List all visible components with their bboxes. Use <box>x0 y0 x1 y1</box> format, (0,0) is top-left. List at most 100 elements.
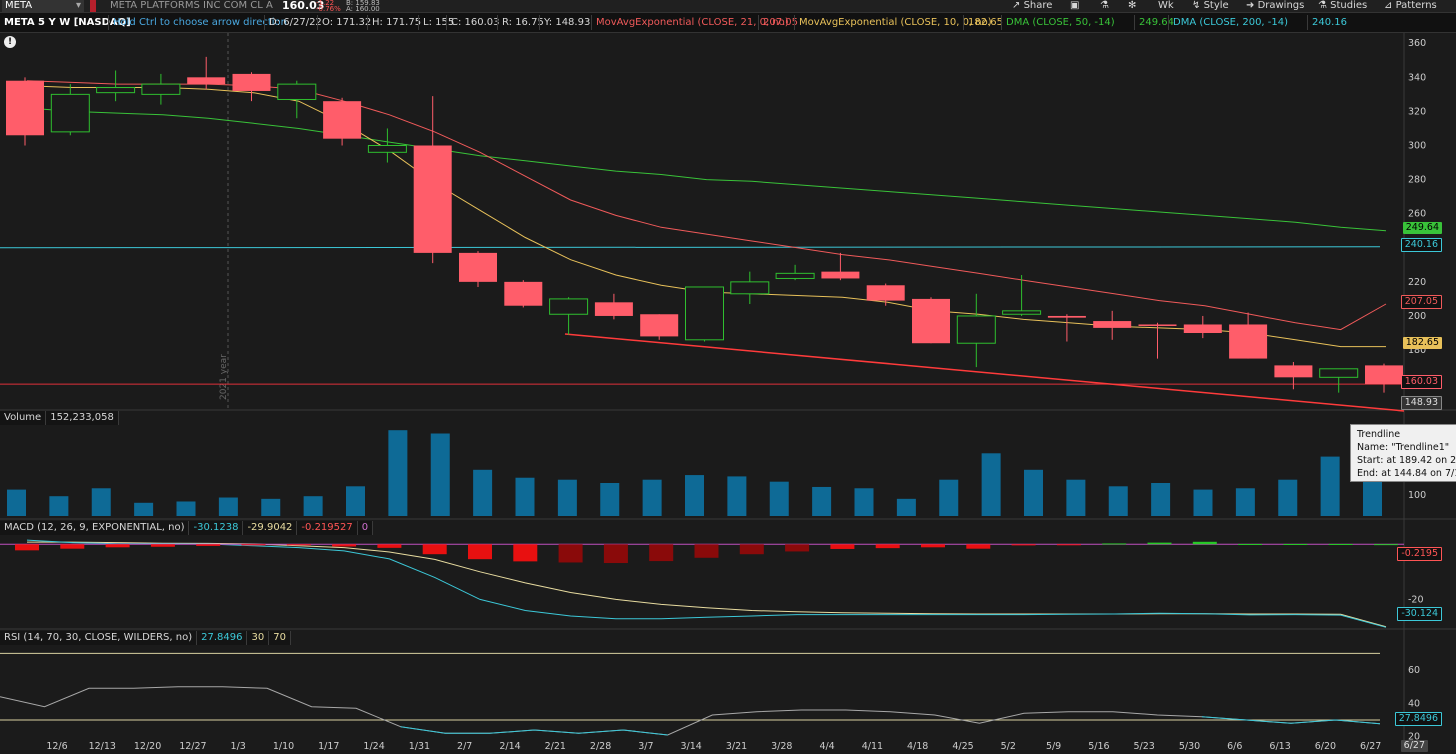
volume-label[interactable]: Volume <box>0 411 47 425</box>
candle-body <box>367 145 407 153</box>
macd-diff-badge: -0.2195 <box>1397 547 1442 561</box>
macd-histogram-bar <box>875 544 900 549</box>
trendline-tooltip: Trendline Name: "Trendline1" Start: at 1… <box>1350 424 1456 482</box>
candle-body <box>50 93 90 133</box>
volume-bar <box>642 479 662 516</box>
x-tick-label: 1/17 <box>318 741 339 752</box>
trend-end-badge: 148.93 <box>1400 396 1442 410</box>
rsi-line <box>0 686 1381 736</box>
volume-bar <box>1193 489 1213 516</box>
x-tick-label: 5/30 <box>1179 741 1200 752</box>
macd-histogram-bar <box>1147 542 1172 545</box>
macd-histogram-bar <box>785 544 810 552</box>
volume-bar <box>7 489 26 516</box>
rsi-value-badge: 27.8496 <box>1394 712 1442 726</box>
volume-bar <box>981 453 1001 516</box>
x-tick-label: 12/13 <box>89 741 116 752</box>
candle-body <box>232 73 271 91</box>
x-tick-label: 4/4 <box>819 741 834 752</box>
macd-histogram-bar <box>286 544 311 546</box>
dma50-badge: 249.64 <box>1402 222 1442 234</box>
macd-histogram-bar <box>830 544 855 549</box>
volume-bar <box>346 486 365 516</box>
volume-bar <box>176 501 196 516</box>
macd-header: MACD (12, 26, 9, EXPONENTIAL, no) -30.123… <box>0 521 374 535</box>
macd-histogram-bar <box>15 544 39 551</box>
x-tick-label: 4/18 <box>907 741 928 752</box>
x-tick-label: 4/25 <box>952 741 973 752</box>
macd-label[interactable]: MACD (12, 26, 9, EXPONENTIAL, no) <box>0 521 190 535</box>
year-label: 2021 year <box>219 354 229 400</box>
candle-body <box>1047 315 1086 318</box>
alert-icon[interactable]: ! <box>4 36 16 48</box>
candle-body <box>549 298 589 315</box>
price-tick-label: 360 <box>1408 38 1426 49</box>
candle-body <box>821 271 860 279</box>
macd-histogram-bar <box>1283 543 1308 545</box>
volume-bar <box>1320 456 1340 516</box>
candle-body <box>912 298 950 344</box>
candle-body <box>6 80 44 136</box>
x-tick-label: 1/3 <box>231 741 246 752</box>
candle-body <box>1319 368 1359 378</box>
candle-body <box>685 286 724 341</box>
candle-body <box>1183 324 1222 333</box>
candle-body <box>866 285 905 301</box>
price-tick-label: 200 <box>1408 311 1426 322</box>
x-tick-label: 3/21 <box>726 741 747 752</box>
macd-tick-label: -20 <box>1408 594 1424 605</box>
price-tick-label: 320 <box>1408 106 1426 117</box>
candle-body <box>1274 365 1313 378</box>
volume-bar <box>812 486 832 516</box>
macd-histogram-bar <box>513 544 538 562</box>
candle-body <box>413 145 452 253</box>
x-tick-label: 6/27 <box>1360 741 1381 752</box>
x-tick-label: 4/11 <box>862 741 883 752</box>
macd-histogram-bar <box>1011 544 1036 546</box>
x-tick-label: 3/14 <box>681 741 702 752</box>
candle-body <box>504 281 543 306</box>
macd-histogram-bar <box>966 544 991 549</box>
candle-body <box>1002 310 1042 315</box>
volume-bar <box>1278 479 1298 516</box>
price-tick-label: 300 <box>1408 141 1426 152</box>
x-tick-label: 6/6 <box>1227 741 1242 752</box>
volume-bar <box>1066 479 1086 516</box>
candle-body <box>96 87 136 94</box>
macd-histogram-bar <box>739 544 764 555</box>
macd-value-badge: -30.124 <box>1397 607 1442 621</box>
x-tick-label: 5/2 <box>1001 741 1016 752</box>
macd-value: -30.1238 <box>189 521 244 535</box>
macd-histogram-bar <box>1238 543 1263 545</box>
x-tick-label: 2/7 <box>457 741 472 752</box>
candle-body <box>730 281 770 295</box>
macd-histogram-bar <box>377 544 402 548</box>
macd-histogram-bar <box>649 544 674 562</box>
rsi-oversold-segment <box>400 726 668 736</box>
tooltip-end: End: at 144.84 on 7/17/ <box>1357 468 1456 479</box>
macd-histogram-bar <box>60 544 85 549</box>
macd-histogram-bar <box>694 544 719 558</box>
volume-value: 152,233,058 <box>46 411 119 425</box>
candle-body <box>775 272 815 279</box>
x-tick-label: 2/28 <box>590 741 611 752</box>
macd-histogram-bar <box>1374 544 1398 546</box>
dma50-line <box>26 107 1387 232</box>
rsi-label[interactable]: RSI (14, 70, 30, CLOSE, WILDERS, no) <box>0 631 198 645</box>
volume-bar <box>388 430 408 516</box>
volume-bar <box>727 476 747 516</box>
volume-bar <box>515 477 535 516</box>
x-tick-label: 12/6 <box>46 741 67 752</box>
last-price-badge: 160.03 <box>1400 375 1442 389</box>
volume-header: Volume 152,233,058 <box>0 411 119 425</box>
x-tick-label: 2/14 <box>499 741 520 752</box>
x-tick-label: 1/31 <box>409 741 430 752</box>
tooltip-name: Name: "Trendline1" <box>1357 442 1450 453</box>
ema21-badge: 207.05 <box>1400 295 1442 309</box>
rsi-value: 27.8496 <box>197 631 248 645</box>
macd-histogram-bar <box>105 544 130 548</box>
price-tick-label: 220 <box>1408 277 1426 288</box>
volume-bar <box>1235 488 1255 516</box>
candle-body <box>1093 321 1132 328</box>
macd-histogram-bar <box>603 544 628 564</box>
